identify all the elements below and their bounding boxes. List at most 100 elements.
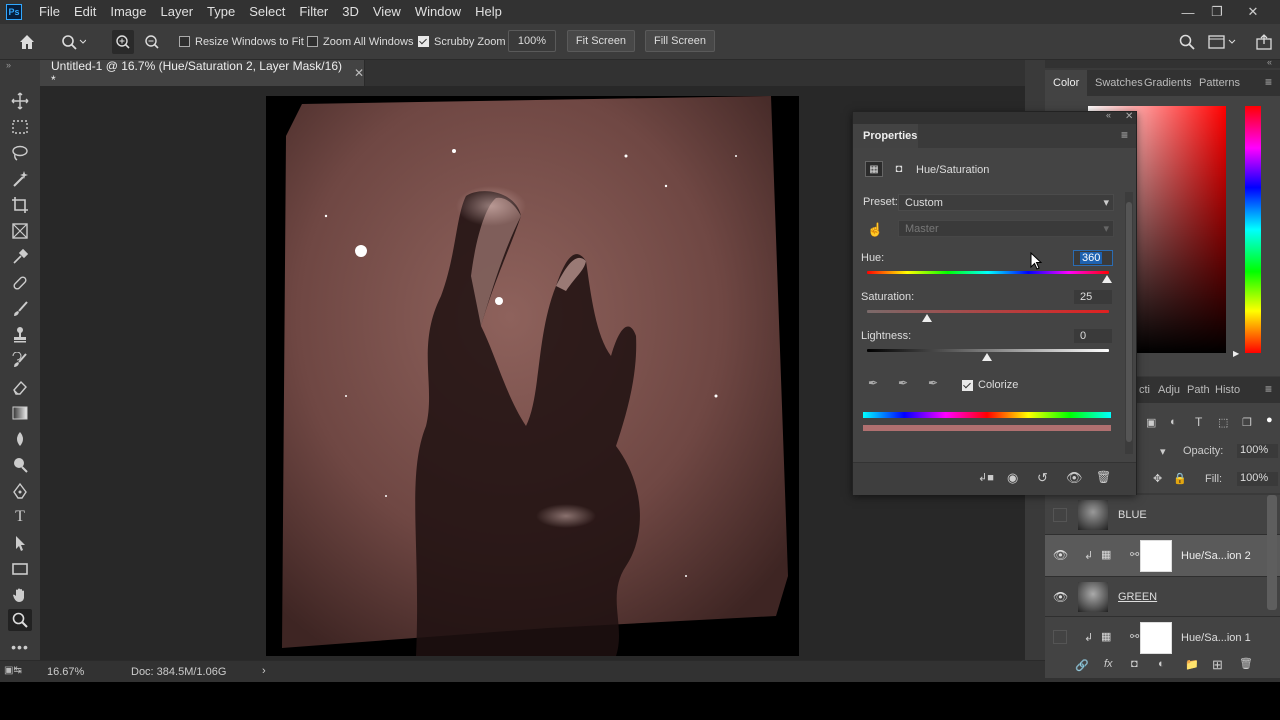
move-tool-icon[interactable] [8, 90, 32, 112]
saturation-slider-thumb[interactable] [922, 314, 932, 322]
share-icon[interactable] [1256, 24, 1272, 59]
mask-tab-icon[interactable]: ◘ [890, 161, 908, 177]
new-adjustment-icon[interactable]: ◐ [1158, 658, 1165, 670]
tab-paths[interactable]: Path [1187, 384, 1210, 396]
eyedropper-subtract-icon[interactable]: ✒ [928, 376, 938, 390]
frame-tool-icon[interactable] [8, 220, 32, 242]
layer-mask-thumbnail[interactable] [1140, 622, 1172, 654]
lock-position-icon[interactable]: ✥ [1153, 472, 1162, 485]
menu-layer[interactable]: Layer [154, 0, 201, 24]
mask-link-icon[interactable]: ⚯ [1130, 630, 1139, 643]
menu-edit[interactable]: Edit [67, 0, 103, 24]
tab-actions[interactable]: cti [1139, 384, 1150, 396]
visibility-toggle-off[interactable] [1053, 508, 1067, 522]
document-tab[interactable]: Untitled-1 @ 16.7% (Hue/Saturation 2, La… [40, 59, 365, 87]
status-zoom[interactable]: 16.67% [47, 666, 84, 678]
fx-icon[interactable]: fx [1104, 658, 1113, 670]
targeted-adjustment-hand-icon[interactable]: ☝ [867, 222, 883, 238]
properties-close-icon[interactable]: ✕ [1125, 111, 1133, 122]
preset-dropdown[interactable]: Custom ▾ [898, 194, 1114, 211]
eyedropper-tool-icon[interactable] [8, 246, 32, 268]
lightness-slider-track[interactable] [867, 349, 1109, 352]
filter-smart-object-icon[interactable]: ❐ [1242, 416, 1252, 429]
delete-adjustment-icon[interactable]: 🗑 [1096, 470, 1111, 484]
layer-name-hue-sat-1[interactable]: Hue/Sa...ion 1 [1181, 632, 1251, 644]
blur-tool-icon[interactable] [8, 428, 32, 450]
type-tool-icon[interactable]: T [8, 506, 32, 528]
menu-view[interactable]: View [366, 0, 408, 24]
layer-row-hue-saturation-1[interactable]: ↲ ▦ ⚯ Hue/Sa...ion 1 [1045, 617, 1280, 657]
photoshop-logo-icon[interactable]: Ps [6, 4, 22, 20]
zoom-tool-preset-icon[interactable] [60, 24, 86, 59]
lock-all-icon[interactable]: 🔒 [1173, 472, 1187, 485]
menu-type[interactable]: Type [200, 0, 242, 24]
zoom-tool-icon[interactable] [8, 609, 32, 631]
color-panel-menu-icon[interactable]: ≡ [1265, 75, 1272, 89]
layer-name-green[interactable]: GREEN [1118, 591, 1157, 603]
filter-toggle-icon[interactable]: ● [1266, 414, 1273, 426]
saturation-slider-track[interactable] [867, 310, 1109, 313]
tab-swatches[interactable]: Swatches [1095, 77, 1143, 89]
eyedropper-icon[interactable]: ✒ [868, 376, 878, 390]
tab-patterns[interactable]: Patterns [1199, 77, 1240, 89]
scrubby-zoom-checkbox[interactable]: Scrubby Zoom [418, 24, 506, 59]
fit-screen-button[interactable]: Fit Screen [567, 30, 635, 52]
hue-field[interactable]: 360 [1073, 250, 1113, 266]
gradient-tool-icon[interactable] [8, 402, 32, 424]
toggle-visibility-icon[interactable]: 👁 [1066, 470, 1083, 486]
zoom-all-windows-checkbox[interactable]: Zoom All Windows [307, 24, 413, 59]
zoom-in-icon[interactable] [112, 30, 134, 54]
close-tab-icon[interactable]: ✕ [354, 66, 364, 80]
visibility-eye-icon[interactable]: 👁 [1053, 548, 1068, 562]
channel-dropdown[interactable]: Master ▾ [898, 220, 1114, 237]
hue-slider-track[interactable] [867, 271, 1109, 274]
zoom-percent-field[interactable]: 100% [508, 30, 556, 52]
close-icon[interactable]: ✕ [1236, 0, 1270, 24]
dodge-tool-icon[interactable] [8, 454, 32, 476]
hand-tool-icon[interactable] [8, 584, 32, 606]
filter-image-icon[interactable]: ▣ [1146, 416, 1156, 429]
fill-field[interactable]: 100% [1237, 472, 1278, 486]
fill-screen-button[interactable]: Fill Screen [645, 30, 715, 52]
resize-windows-check-icon[interactable] [179, 36, 190, 47]
new-group-icon[interactable]: 📁 [1185, 658, 1199, 671]
screen-mode-icon[interactable]: ▣↹ [4, 665, 28, 677]
resize-windows-checkbox[interactable]: Resize Windows to Fit [179, 24, 304, 59]
layer-row-hue-saturation-2[interactable]: 👁 ↲ ▦ ⚯ Hue/Sa...ion 2 [1045, 535, 1280, 577]
pen-tool-icon[interactable] [8, 480, 32, 502]
crop-tool-icon[interactable] [8, 194, 32, 216]
visibility-toggle-off[interactable] [1053, 630, 1067, 644]
saturation-field[interactable]: 25 [1073, 289, 1113, 305]
adjustment-tab-icon[interactable]: ▦ [865, 161, 883, 177]
menu-select[interactable]: Select [242, 0, 292, 24]
search-icon[interactable] [1179, 24, 1195, 59]
dock-collapse-icon[interactable]: « [1267, 57, 1272, 67]
history-brush-tool-icon[interactable] [8, 350, 32, 372]
layers-scrollbar[interactable] [1267, 495, 1277, 610]
brush-tool-icon[interactable] [8, 298, 32, 320]
healing-brush-tool-icon[interactable] [8, 272, 32, 294]
tab-histogram[interactable]: Histo [1215, 384, 1240, 396]
more-tools-icon[interactable]: ••• [8, 636, 32, 658]
lightness-field[interactable]: 0 [1073, 328, 1113, 344]
reset-icon[interactable]: ↺ [1037, 470, 1048, 486]
zoom-all-check-icon[interactable] [307, 36, 318, 47]
collapse-arrows-icon[interactable]: » [6, 60, 11, 70]
tab-adjustments[interactable]: Adju [1158, 384, 1180, 396]
tab-gradients[interactable]: Gradients [1144, 77, 1191, 89]
clip-to-layer-icon[interactable]: ↲■ [978, 471, 994, 484]
layer-row-green[interactable]: 👁 GREEN [1045, 577, 1280, 617]
menu-filter[interactable]: Filter [292, 0, 335, 24]
properties-scrollbar[interactable] [1125, 192, 1133, 454]
scrubby-check-icon[interactable] [418, 36, 429, 47]
properties-title[interactable]: Properties [863, 130, 917, 142]
status-arrow-icon[interactable]: › [262, 665, 266, 677]
add-mask-icon[interactable]: ◘ [1131, 658, 1138, 670]
zoom-out-icon[interactable] [144, 24, 160, 59]
filter-adjustment-icon[interactable]: ◐ [1170, 416, 1177, 428]
new-layer-icon[interactable]: ⊞ [1212, 657, 1223, 673]
filter-shape-icon[interactable]: ⬚ [1218, 416, 1228, 429]
hue-strip[interactable] [1245, 106, 1261, 353]
magic-wand-tool-icon[interactable] [8, 168, 32, 190]
hue-slider-thumb[interactable] [1102, 275, 1112, 283]
